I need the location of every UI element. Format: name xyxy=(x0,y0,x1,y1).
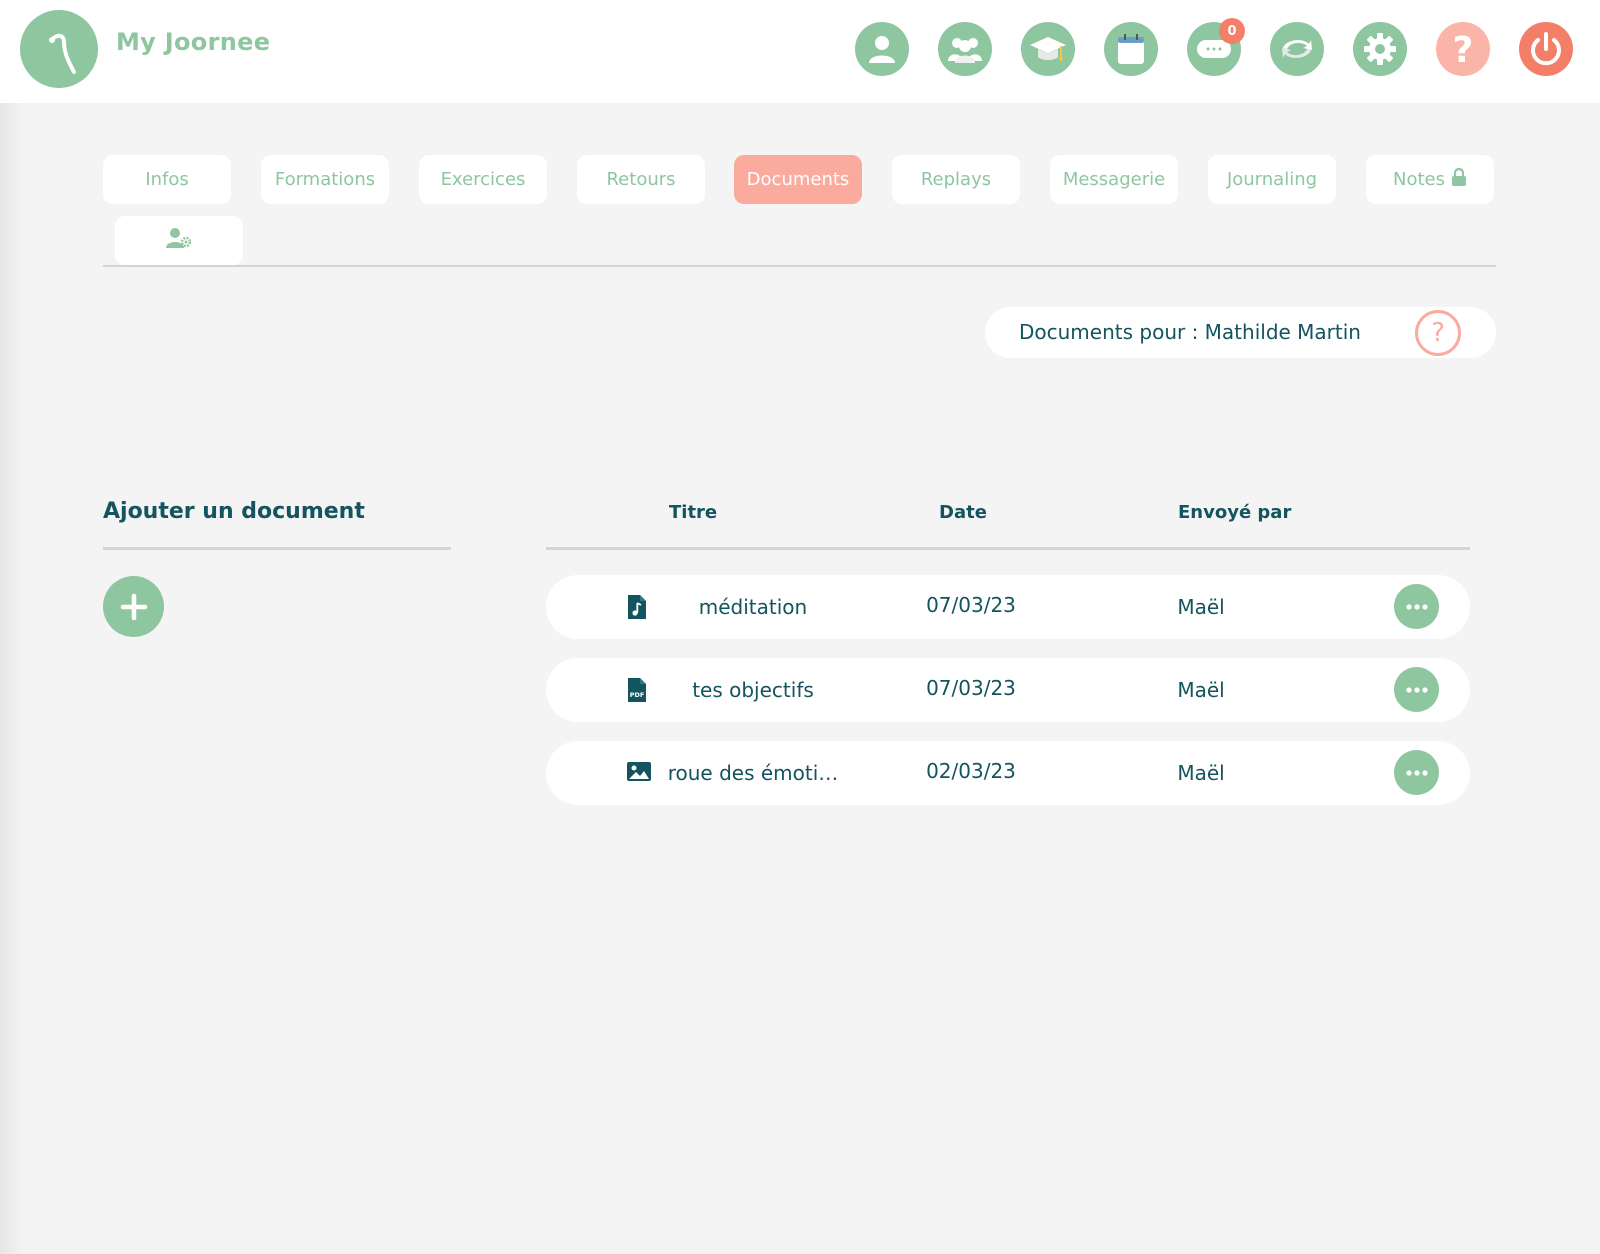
tab-messagerie[interactable]: Messagerie xyxy=(1050,155,1178,204)
tab-formations[interactable]: Formations xyxy=(261,155,389,204)
tab-label: Infos xyxy=(145,169,189,190)
tab-journaling[interactable]: Journaling xyxy=(1208,155,1336,204)
document-sender: Maël xyxy=(1177,595,1225,619)
tab-notes[interactable]: Notes xyxy=(1366,155,1494,204)
calendar-icon[interactable] xyxy=(1104,22,1158,76)
lock-icon xyxy=(1451,167,1467,191)
svg-text:?: ? xyxy=(1453,30,1474,69)
tab-exercices[interactable]: Exercices xyxy=(419,155,547,204)
tab-label: Retours xyxy=(606,169,676,190)
message-count-badge: 0 xyxy=(1219,18,1245,44)
tab-label: Notes xyxy=(1393,169,1445,190)
tab-user-settings[interactable] xyxy=(115,216,243,265)
column-header-title: Titre xyxy=(669,502,718,523)
document-title[interactable]: méditation xyxy=(658,595,848,619)
tab-label: Formations xyxy=(274,169,376,190)
graduation-cap-icon[interactable] xyxy=(1021,22,1075,76)
tab-label: Documents xyxy=(746,169,850,190)
ellipsis-icon xyxy=(1405,769,1428,776)
help-icon[interactable]: ? xyxy=(1436,22,1490,76)
sync-icon[interactable] xyxy=(1270,22,1324,76)
column-header-date: Date xyxy=(939,502,987,523)
app-logo[interactable] xyxy=(20,10,98,88)
group-icon[interactable] xyxy=(938,22,992,76)
document-sender: Maël xyxy=(1177,761,1225,785)
documents-for-banner: Documents pour : Mathilde Martin ? xyxy=(985,307,1496,358)
document-title[interactable]: roue des émoti… xyxy=(658,761,848,785)
document-date: 07/03/23 xyxy=(926,593,1016,617)
tab-documents[interactable]: Documents xyxy=(734,155,862,204)
image-icon xyxy=(626,759,652,787)
profile-icon[interactable] xyxy=(855,22,909,76)
ellipsis-icon xyxy=(1405,686,1428,693)
table-row[interactable]: PDF tes objectifs 07/03/23 Maël xyxy=(546,658,1470,722)
document-sender: Maël xyxy=(1177,678,1225,702)
documents-for-label: Documents pour : Mathilde Martin xyxy=(1019,320,1361,344)
more-options-button[interactable] xyxy=(1394,667,1439,712)
power-icon[interactable] xyxy=(1519,22,1573,76)
column-header-sent-by: Envoyé par xyxy=(1178,502,1292,523)
add-document-title: Ajouter un document xyxy=(103,499,365,524)
tab-replays[interactable]: Replays xyxy=(892,155,1020,204)
add-document-button[interactable] xyxy=(103,576,164,637)
tab-label: Replays xyxy=(920,169,992,190)
table-row[interactable]: roue des émoti… 02/03/23 Maël xyxy=(546,741,1470,805)
help-symbol: ? xyxy=(1431,318,1445,348)
logo-icon xyxy=(49,33,76,74)
messages-icon[interactable]: 0 xyxy=(1187,18,1245,76)
tab-label: Exercices xyxy=(440,169,526,190)
svg-text:PDF: PDF xyxy=(630,691,645,699)
top-header: My Joornee 0 ? xyxy=(0,0,1600,103)
audio-file-icon xyxy=(626,593,652,621)
table-header-divider xyxy=(546,547,1470,550)
document-date: 07/03/23 xyxy=(926,676,1016,700)
more-options-button[interactable] xyxy=(1394,750,1439,795)
settings-icon[interactable] xyxy=(1353,22,1407,76)
more-options-button[interactable] xyxy=(1394,584,1439,629)
tab-label: Messagerie xyxy=(1062,169,1166,190)
app-title: My Joornee xyxy=(116,28,271,56)
left-edge-shadow xyxy=(0,0,24,1254)
table-row[interactable]: méditation 07/03/23 Maël xyxy=(546,575,1470,639)
document-title[interactable]: tes objectifs xyxy=(658,678,848,702)
plus-icon xyxy=(120,593,147,620)
help-circle-icon[interactable]: ? xyxy=(1415,310,1461,356)
pdf-file-icon: PDF xyxy=(626,676,652,704)
tab-retours[interactable]: Retours xyxy=(577,155,705,204)
ellipsis-icon xyxy=(1405,603,1428,610)
tab-label: Journaling xyxy=(1226,169,1318,190)
tab-infos[interactable]: Infos xyxy=(103,155,231,204)
user-settings-icon xyxy=(165,227,193,254)
document-date: 02/03/23 xyxy=(926,759,1016,783)
tabs-divider xyxy=(103,265,1496,267)
add-document-divider xyxy=(103,547,451,550)
